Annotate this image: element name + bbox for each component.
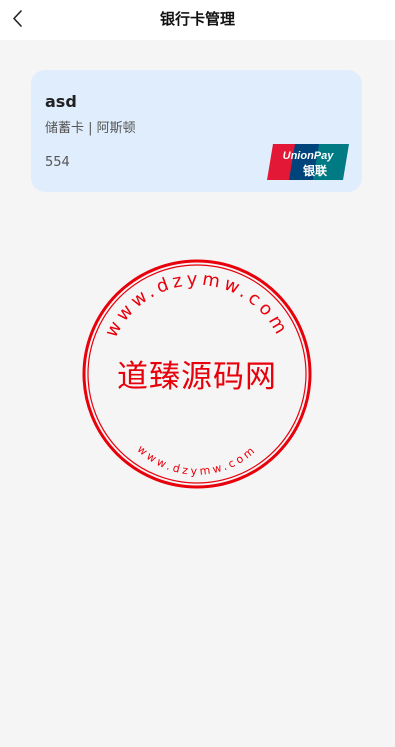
watermark-stamp: www.dzymw.com www.dzymw.com 道臻源码网 xyxy=(80,257,314,491)
watermark-ring-bottom: www.dzymw.com xyxy=(135,443,260,478)
card-number: 554 xyxy=(45,155,70,170)
watermark-ring-top: www.dzymw.com xyxy=(101,269,293,341)
watermark-ring-top-text: www.dzymw.com xyxy=(101,269,289,341)
card-holder-name: asd xyxy=(45,92,77,111)
card-type: 储蓄卡 xyxy=(45,121,85,136)
card-meta-separator: | xyxy=(84,121,97,136)
unionpay-logo: UnionPay 银联 xyxy=(267,144,349,180)
unionpay-logo-text: UnionPay xyxy=(283,150,335,162)
page-title: 银行卡管理 xyxy=(159,10,235,28)
unionpay-logo-cn-text: 银联 xyxy=(303,163,327,178)
card-bank-name: 阿斯顿 xyxy=(96,121,136,136)
watermark-ring-bottom-text: www.dzymw.com xyxy=(135,443,257,478)
bank-card[interactable]: asd 储蓄卡 | 阿斯顿 554 UnionPay 银联 xyxy=(31,70,362,192)
watermark-center-text: 道臻源码网 xyxy=(117,359,277,395)
nav-bar: 银行卡管理 xyxy=(0,0,395,40)
card-meta: 储蓄卡 | 阿斯顿 xyxy=(45,120,136,138)
